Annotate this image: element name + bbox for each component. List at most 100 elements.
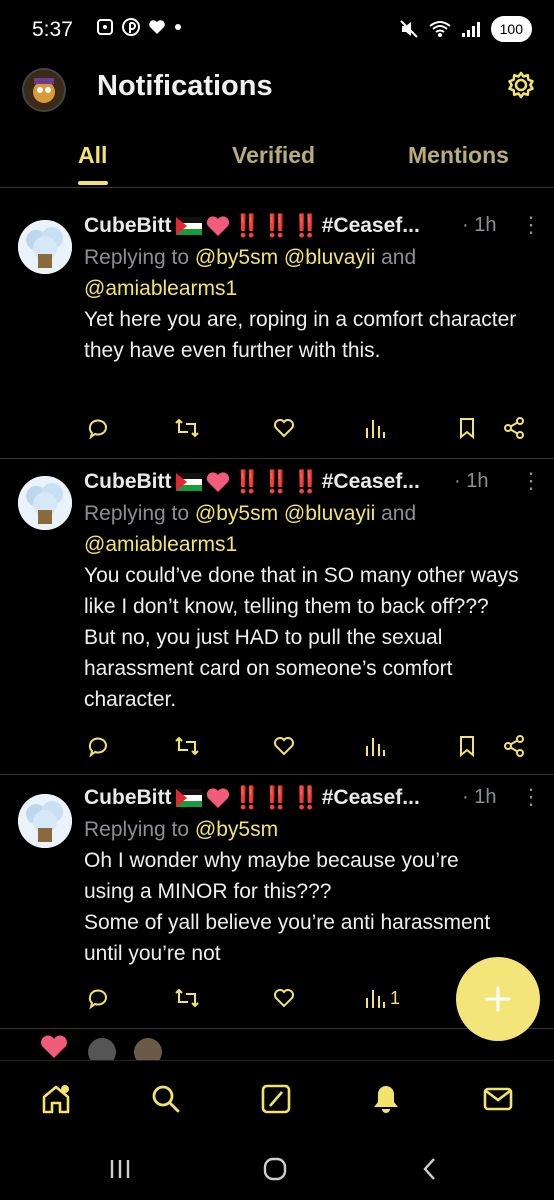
mention-link[interactable]: @by5sm	[195, 818, 278, 841]
wifi-icon	[429, 21, 451, 37]
status-time: 5:37	[32, 18, 73, 41]
notifications-bell-icon[interactable]	[368, 1081, 404, 1122]
dot-separator: ·	[462, 786, 469, 808]
views-icon[interactable]: 1	[364, 986, 400, 1010]
time-value: 1h	[466, 470, 489, 492]
red-heart-icon	[206, 216, 229, 236]
pinterest-icon	[122, 18, 140, 36]
mention-link[interactable]: @amiablearms1	[84, 277, 237, 300]
tweet-time: · 1h	[462, 786, 496, 809]
messages-icon[interactable]	[480, 1081, 516, 1122]
status-bar: 5:37 100	[0, 0, 554, 58]
grok-icon[interactable]	[258, 1081, 294, 1122]
system-navigation-bar	[0, 1136, 554, 1200]
reply-icon[interactable]	[86, 986, 110, 1010]
heart-status-icon	[149, 20, 165, 34]
home-system-icon[interactable]	[262, 1156, 288, 1187]
tweet-text: You could’ve done that in SO many other …	[84, 564, 519, 711]
like-icon[interactable]	[272, 416, 296, 440]
tweet-author[interactable]: CubeBitt ‼️ ‼️ ‼️ #Ceasef...	[84, 469, 420, 495]
author-hashtag: #Ceasef...	[321, 214, 420, 237]
more-options-icon[interactable]: ⋮	[520, 468, 542, 494]
share-icon[interactable]	[502, 416, 526, 440]
avatar[interactable]	[18, 794, 72, 848]
tweet-text: Some of yall believe you’re anti harassm…	[84, 911, 491, 965]
red-heart-icon	[206, 472, 229, 492]
tweet-text: Yet here you are, roping in a comfort ch…	[84, 308, 517, 362]
exclamation-icon: ‼️	[262, 785, 290, 810]
mention-link[interactable]: @by5sm	[195, 502, 278, 525]
tweet-text: Oh I wonder why maybe because you’re usi…	[84, 849, 459, 903]
tweet-actions	[84, 734, 528, 764]
retweet-icon[interactable]	[174, 416, 200, 440]
status-left-icons	[96, 18, 182, 36]
bottom-navigation	[0, 1060, 554, 1137]
tweet-time: · 1h	[454, 470, 488, 493]
views-icon[interactable]	[364, 416, 390, 440]
bookmark-icon[interactable]	[456, 416, 478, 440]
mention-link[interactable]: @bluvayii	[284, 246, 375, 269]
mention-link[interactable]: @bluvayii	[284, 502, 375, 525]
dot-separator: ·	[462, 214, 469, 236]
red-heart-icon	[206, 788, 229, 808]
views-count: 1	[390, 987, 401, 1008]
tweet-card[interactable]: CubeBitt ‼️ ‼️ ‼️ #Ceasef... · 1h ⋮ Repl…	[0, 200, 554, 458]
tweet-content: Replying to @by5sm @bluvayii and @amiabl…	[84, 242, 524, 366]
exclamation-icon: ‼️	[292, 469, 319, 494]
search-icon[interactable]	[148, 1081, 184, 1122]
and-word: and	[381, 502, 417, 525]
signal-icon	[461, 22, 480, 37]
like-icon[interactable]	[272, 734, 296, 758]
reply-icon[interactable]	[86, 416, 110, 440]
bookmark-icon[interactable]	[456, 734, 478, 758]
palestine-flag-icon	[175, 217, 202, 235]
compose-button[interactable]	[456, 957, 540, 1041]
tweet-actions	[84, 416, 528, 446]
profile-avatar[interactable]	[22, 68, 66, 112]
mention-link[interactable]: @by5sm	[195, 246, 278, 269]
views-icon[interactable]	[364, 734, 390, 758]
exclamation-icon: ‼️	[233, 785, 261, 810]
more-options-icon[interactable]: ⋮	[520, 784, 542, 810]
exclamation-icon: ‼️	[262, 213, 290, 238]
time-value: 1h	[474, 214, 497, 236]
exclamation-icon: ‼️	[233, 469, 261, 494]
back-icon[interactable]	[420, 1156, 440, 1187]
author-name: CubeBitt	[84, 214, 172, 237]
and-word: and	[381, 246, 417, 269]
active-tab-indicator	[78, 181, 108, 185]
replying-label: Replying to	[84, 246, 190, 269]
retweet-icon[interactable]	[174, 734, 200, 758]
battery-indicator: 100	[490, 16, 532, 42]
tweet-author[interactable]: CubeBitt ‼️ ‼️ ‼️ #Ceasef...	[84, 785, 420, 811]
tweet-content: Replying to @by5sm @bluvayii and @amiabl…	[84, 498, 524, 715]
tweet-author[interactable]: CubeBitt ‼️ ‼️ ‼️ #Ceasef...	[84, 213, 420, 239]
exclamation-icon: ‼️	[292, 213, 319, 238]
palestine-flag-icon	[175, 473, 202, 491]
recent-apps-icon[interactable]	[108, 1158, 132, 1185]
settings-icon[interactable]	[506, 70, 536, 105]
author-name: CubeBitt	[84, 786, 172, 809]
exclamation-icon: ‼️	[233, 213, 261, 238]
tweet-content: Replying to @by5sm Oh I wonder why maybe…	[84, 814, 514, 969]
tab-verified[interactable]: Verified	[232, 142, 315, 169]
tab-all[interactable]: All	[78, 142, 107, 169]
mute-icon	[399, 20, 418, 38]
dot-icon	[175, 24, 181, 30]
like-icon[interactable]	[272, 986, 296, 1010]
dot-separator: ·	[454, 470, 461, 492]
avatar[interactable]	[18, 476, 72, 530]
author-hashtag: #Ceasef...	[321, 470, 420, 493]
avatar[interactable]	[18, 220, 72, 274]
tweet-time: · 1h	[462, 214, 496, 237]
replying-label: Replying to	[84, 502, 190, 525]
exclamation-icon: ‼️	[262, 469, 290, 494]
reply-icon[interactable]	[86, 734, 110, 758]
tab-mentions[interactable]: Mentions	[408, 142, 509, 169]
retweet-icon[interactable]	[174, 986, 200, 1010]
home-icon[interactable]	[38, 1081, 74, 1122]
share-icon[interactable]	[502, 734, 526, 758]
tweet-card[interactable]: CubeBitt ‼️ ‼️ ‼️ #Ceasef... · 1h ⋮ Repl…	[0, 458, 554, 774]
mention-link[interactable]: @amiablearms1	[84, 533, 237, 556]
more-options-icon[interactable]: ⋮	[520, 212, 542, 238]
